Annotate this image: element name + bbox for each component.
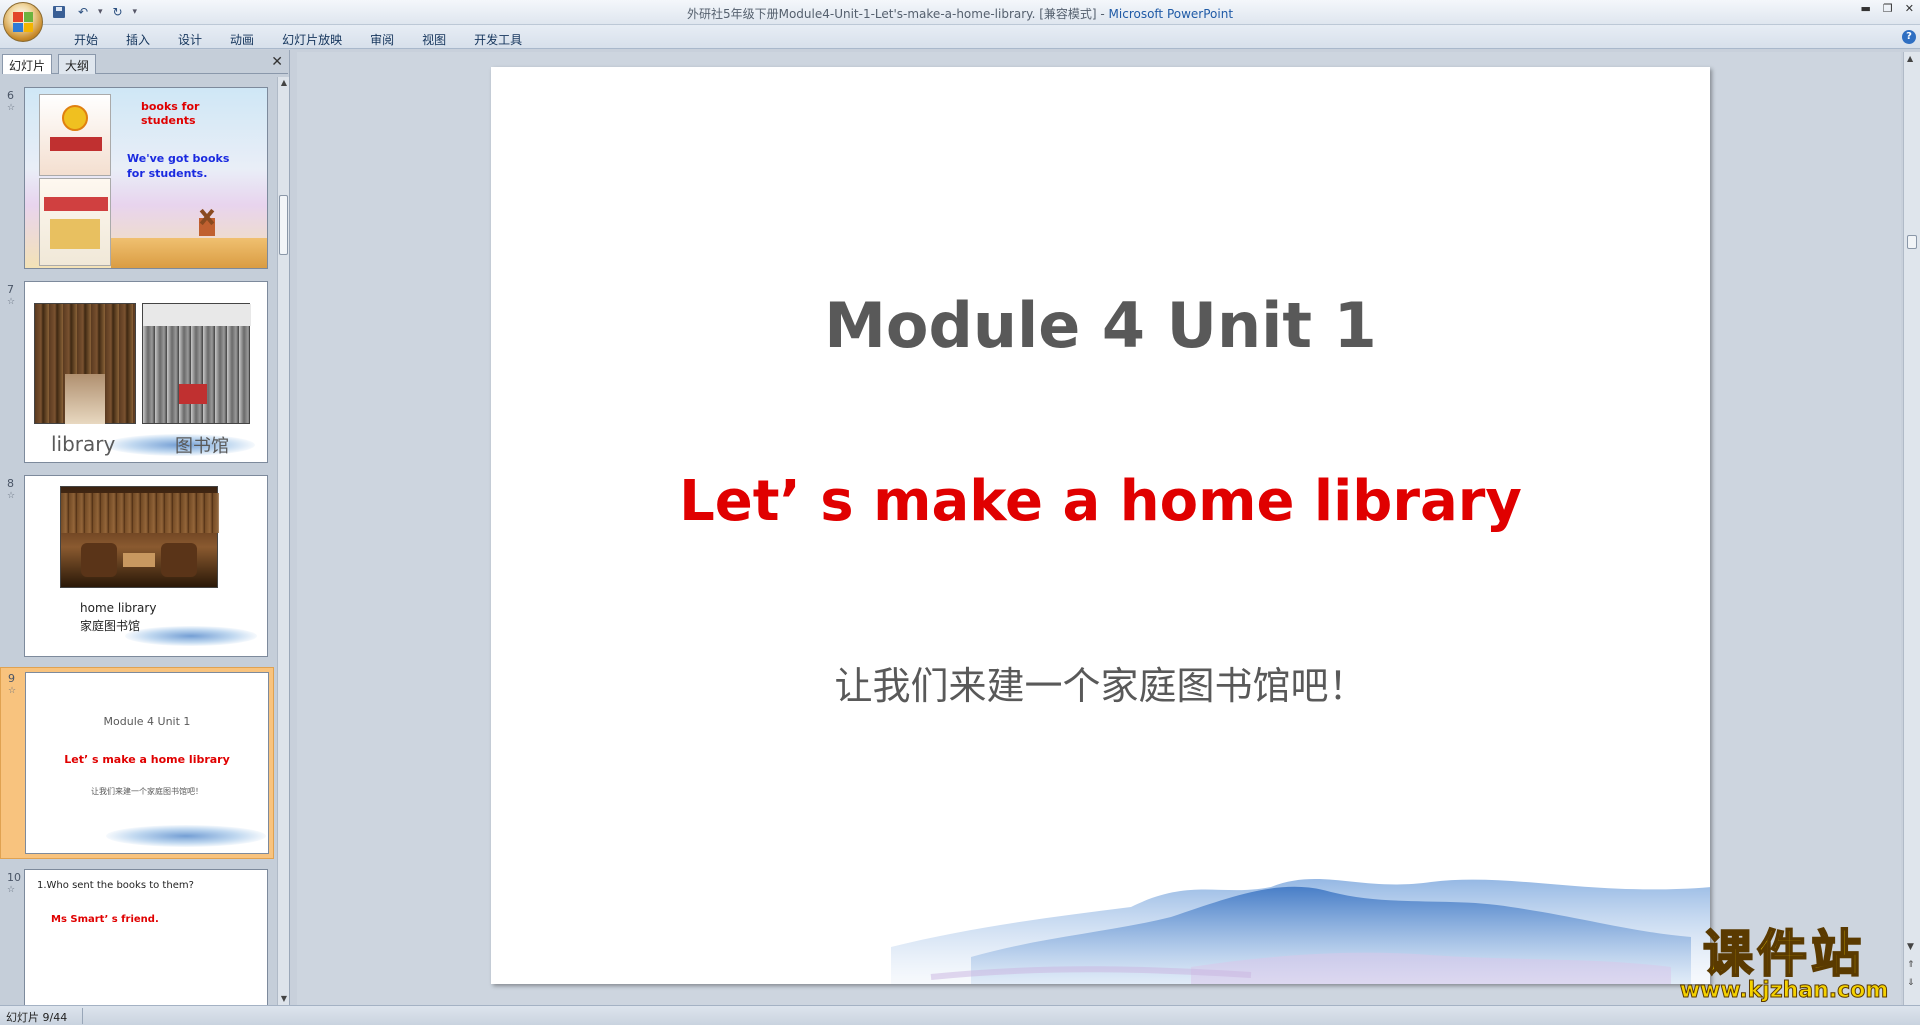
thumbnail-slide-7[interactable]: 7 ☆ library 图书馆 (0, 279, 274, 463)
ribbon: 开始 插入 设计 动画 幻灯片放映 审阅 视图 开发工具 ? (0, 25, 1920, 49)
transition-star-icon: ☆ (7, 885, 16, 895)
slide-title[interactable]: Module 4 Unit 1 (491, 289, 1710, 362)
scroll-down-icon[interactable]: ▼ (278, 993, 290, 1005)
thumbnail-list: 6 ☆ books for students We've got books f… (0, 77, 274, 1005)
book-cover-image (39, 178, 111, 266)
watermark: 课件站 www.kjzhan.com (1658, 925, 1910, 1004)
watermark-text: 课件站 (1702, 925, 1865, 983)
thumbnail-slide-8[interactable]: 8 ☆ home library 家庭图书馆 (0, 473, 274, 657)
library-photo (34, 303, 136, 424)
office-logo-icon (13, 12, 33, 32)
slide-scrollbar[interactable]: ▲ ▼ ⇑ ⇓ (1903, 52, 1920, 1005)
minimize-icon[interactable]: ▬ (1861, 2, 1871, 15)
tab-design[interactable]: 设计 (164, 29, 216, 50)
home-library-photo (60, 486, 219, 588)
slide-number: 10 (7, 871, 21, 884)
book-cover-image (39, 94, 111, 176)
thumb-text: Ms Smart’ s friend. (51, 914, 159, 925)
ink-wash-mountains-image (891, 879, 1710, 984)
slide-thumbnail: Module 4 Unit 1 Let’ s make a home libra… (25, 672, 269, 854)
slide-thumbnail: library 图书馆 (24, 281, 268, 463)
close-icon[interactable]: ✕ (1905, 2, 1914, 15)
thumb-text: books for (141, 100, 200, 113)
slide-number: 6 (7, 89, 14, 102)
field-image (111, 238, 267, 268)
slide-number: 8 (7, 477, 14, 490)
transition-star-icon: ☆ (7, 491, 16, 501)
slide-counter: 幻灯片 9/44 (6, 1011, 68, 1024)
app-name: Microsoft PowerPoint (1108, 7, 1234, 21)
slide-thumbnail: 1.Who sent the books to them? Ms Smart’ … (24, 869, 268, 1005)
thumbnail-slide-10[interactable]: 10 ☆ 1.Who sent the books to them? Ms Sm… (0, 867, 274, 1005)
help-icon[interactable]: ? (1902, 30, 1916, 44)
thumb-text: home library (80, 601, 157, 615)
ink-wash-decoration (125, 626, 257, 646)
status-divider (82, 1008, 83, 1024)
tab-home[interactable]: 开始 (60, 29, 112, 50)
tab-slides[interactable]: 幻灯片 (2, 54, 53, 74)
tab-insert[interactable]: 插入 (112, 29, 164, 50)
current-slide[interactable]: Module 4 Unit 1 Let’ s make a home libra… (491, 67, 1710, 984)
transition-star-icon: ☆ (8, 686, 17, 696)
scrollbar-thumb[interactable] (279, 195, 288, 255)
slide-chinese-text[interactable]: 让我们来建一个家庭图书馆吧！ (491, 655, 1710, 710)
scroll-up-icon[interactable]: ▲ (278, 77, 290, 89)
thumb-text: 1.Who sent the books to them? (37, 880, 194, 891)
slide-thumbnail: books for students We've got books for s… (24, 87, 268, 269)
slide-number: 7 (7, 283, 14, 296)
window-controls: ▬ ❐ ✕ (1861, 2, 1915, 15)
thumbnail-slide-9[interactable]: 9 ☆ Module 4 Unit 1 Let’ s make a home l… (0, 667, 274, 859)
status-bar: 幻灯片 9/44 (0, 1005, 1920, 1025)
thumb-text: students (141, 114, 196, 127)
title-bar: ↶ ▾ ↻ ▾ 外研社5年级下册Module4-Unit-1-Let's-mak… (0, 0, 1920, 25)
tab-developer[interactable]: 开发工具 (460, 29, 536, 50)
panel-close-icon[interactable]: ✕ (271, 55, 283, 69)
thumb-text: for students. (127, 167, 208, 180)
thumb-text: library (51, 432, 116, 456)
tab-outline[interactable]: 大纲 (58, 54, 97, 74)
thumbnail-scrollbar[interactable]: ▲ ▼ (277, 77, 289, 1005)
tab-review[interactable]: 审阅 (356, 29, 408, 50)
panel-tabs: 幻灯片 大纲 (2, 54, 288, 74)
thumb-text: 让我们来建一个家庭图书馆吧！ (91, 787, 203, 796)
thumb-text: We've got books (127, 152, 230, 165)
scrollbar-thumb[interactable] (1907, 235, 1917, 249)
thumbnail-slide-6[interactable]: 6 ☆ books for students We've got books f… (0, 85, 274, 269)
restore-icon[interactable]: ❐ (1883, 2, 1893, 15)
slide-editing-area: Module 4 Unit 1 Let’ s make a home libra… (297, 52, 1901, 1005)
thumb-text: Module 4 Unit 1 (103, 715, 191, 728)
ribbon-tabs: 开始 插入 设计 动画 幻灯片放映 审阅 视图 开发工具 (60, 29, 536, 50)
tab-animations[interactable]: 动画 (216, 29, 268, 50)
windmill-icon (185, 208, 229, 238)
slide-subtitle[interactable]: Let’ s make a home library (491, 469, 1710, 534)
library-photo (142, 303, 251, 424)
transition-star-icon: ☆ (7, 103, 16, 113)
slides-panel: 幻灯片 大纲 ✕ 6 ☆ books for students We've go… (0, 50, 290, 1005)
tab-view[interactable]: 视图 (408, 29, 460, 50)
transition-star-icon: ☆ (7, 297, 16, 307)
tab-slide-show[interactable]: 幻灯片放映 (268, 29, 356, 50)
slide-thumbnail: home library 家庭图书馆 (24, 475, 268, 657)
watermark-url: www.kjzhan.com (1679, 978, 1889, 1004)
thumb-text: Let’ s make a home library (64, 753, 230, 766)
scroll-up-icon[interactable]: ▲ (1907, 54, 1913, 63)
document-title: 外研社5年级下册Module4-Unit-1-Let's-make-a-home… (686, 7, 1109, 21)
window-title: 外研社5年级下册Module4-Unit-1-Let's-make-a-home… (0, 5, 1920, 22)
office-button[interactable] (3, 2, 43, 42)
slide-number: 9 (8, 672, 15, 685)
ink-wash-decoration (106, 825, 266, 847)
thumb-text: 图书馆 (175, 436, 229, 457)
